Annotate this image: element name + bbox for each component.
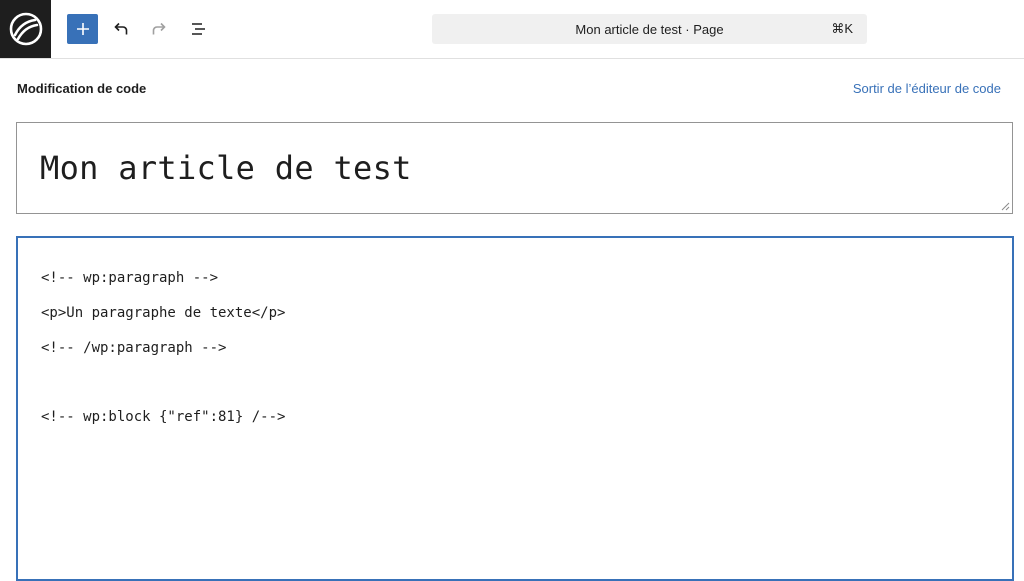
undo-icon <box>114 22 128 35</box>
code-line: <!-- wp:paragraph --> <box>41 270 219 286</box>
undo-button[interactable] <box>106 14 136 44</box>
exit-code-editor-button[interactable]: Sortir de l’éditeur de code <box>853 81 1001 96</box>
site-logo-icon <box>9 12 42 46</box>
editor-header: Mon article de test · Page ⌘K <box>0 0 1024 59</box>
code-editor-title: Modification de code <box>17 81 147 96</box>
document-overview-icon <box>192 23 205 35</box>
code-line: <p>Un paragraphe de texte</p> <box>41 305 286 321</box>
site-logo-button[interactable] <box>0 0 51 58</box>
post-content-textarea[interactable]: <!-- wp:paragraph --> <p>Un paragraphe d… <box>16 236 1014 581</box>
plus-icon <box>76 23 89 35</box>
code-line: <!-- /wp:paragraph --> <box>41 340 227 356</box>
redo-icon <box>152 22 166 35</box>
shortcut-hint: ⌘K <box>831 21 853 36</box>
post-title-text: Mon article de test <box>40 149 412 187</box>
document-overview-button[interactable] <box>184 14 214 44</box>
add-block-button[interactable] <box>67 14 98 44</box>
command-bar-label: Mon article de test · Page <box>575 21 724 37</box>
post-title-textarea[interactable]: Mon article de test <box>16 122 1013 214</box>
command-palette-button[interactable]: Mon article de test · Page ⌘K <box>432 14 867 44</box>
resize-handle-icon[interactable] <box>1001 202 1010 211</box>
code-line: <!-- wp:block {"ref":81} /--> <box>41 409 286 425</box>
redo-button[interactable] <box>144 14 174 44</box>
